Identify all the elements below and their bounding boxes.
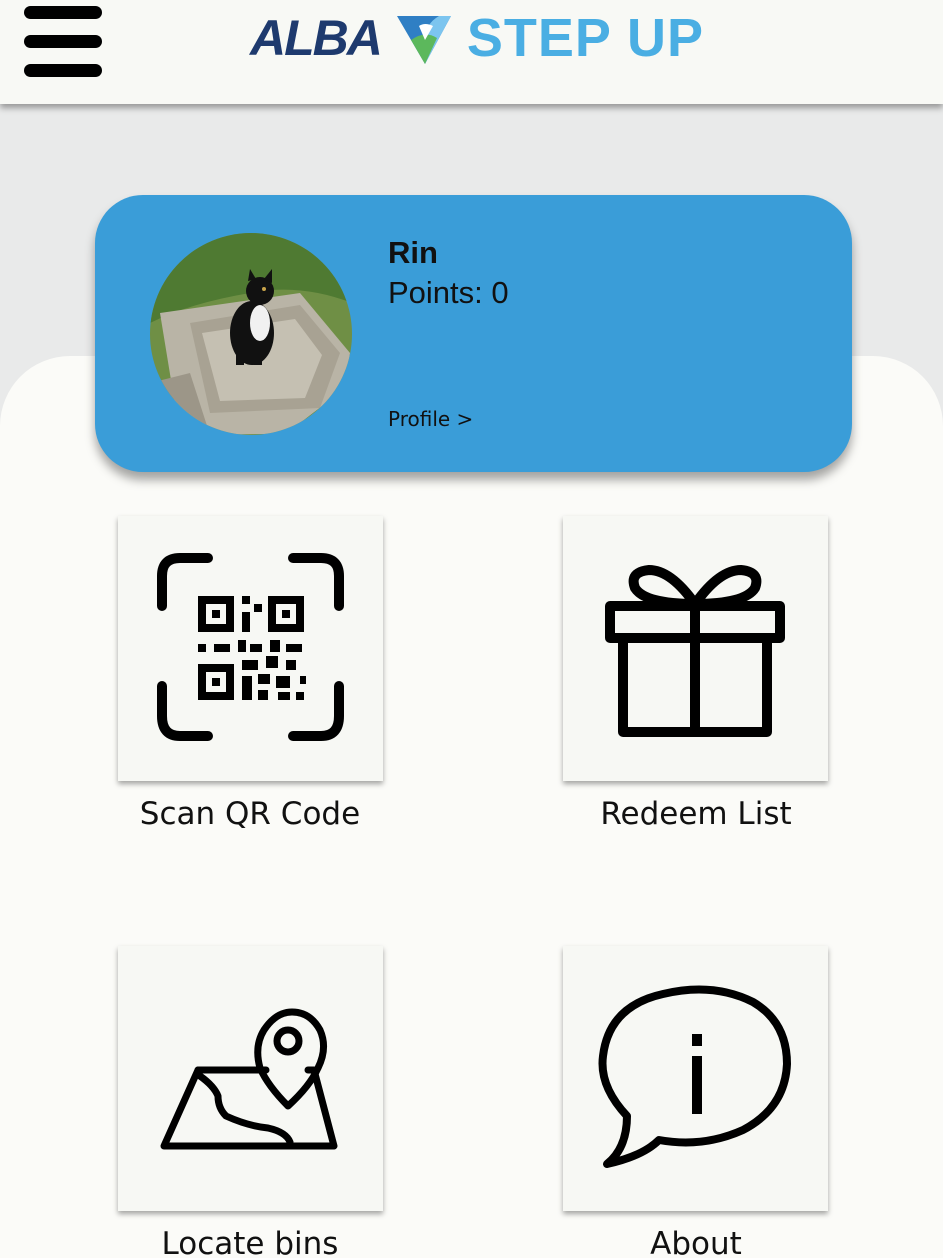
about-label: About bbox=[650, 1226, 742, 1258]
scan-qr-label: Scan QR Code bbox=[139, 796, 361, 832]
gift-icon bbox=[605, 565, 785, 737]
qr-code-scan-icon bbox=[157, 553, 344, 741]
profile-card[interactable]: Rin Points: 0 Profile > bbox=[95, 195, 852, 472]
locate-bins-label: Locate bins bbox=[161, 1226, 339, 1258]
logo-mark-icon bbox=[396, 16, 451, 64]
menu-icon[interactable] bbox=[24, 6, 102, 78]
app-header: ALBA STEP UP bbox=[0, 0, 943, 104]
avatar bbox=[150, 233, 352, 435]
scan-qr-button[interactable] bbox=[118, 516, 383, 781]
user-name: Rin bbox=[388, 235, 438, 270]
about-button[interactable] bbox=[563, 946, 828, 1211]
profile-link[interactable]: Profile > bbox=[388, 407, 473, 431]
redeem-list-button[interactable] bbox=[563, 516, 828, 781]
map-pin-icon bbox=[160, 1008, 338, 1150]
points-value: Points: 0 bbox=[388, 275, 509, 310]
logo-text-alba: ALBA bbox=[250, 10, 383, 66]
info-speech-bubble-icon bbox=[598, 985, 791, 1168]
redeem-list-label: Redeem List bbox=[600, 796, 792, 832]
locate-bins-button[interactable] bbox=[118, 946, 383, 1211]
logo-text-step-up: STEP UP bbox=[466, 8, 704, 68]
app-logo: ALBA STEP UP bbox=[250, 8, 704, 68]
